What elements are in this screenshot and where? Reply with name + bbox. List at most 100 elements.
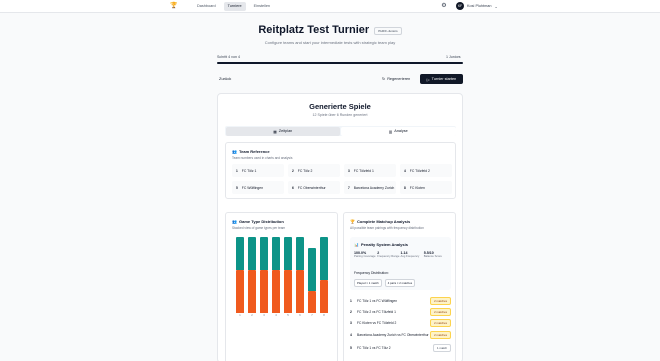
chart-bar-segment	[272, 269, 280, 313]
matchup-rank: 3	[350, 320, 352, 325]
top-navigation: 🏆 Dashboard Turniere Einstellen ⚙ KF Kos…	[0, 0, 660, 13]
team-number: 8	[404, 185, 406, 190]
back-button[interactable]: Zurück	[219, 76, 231, 81]
frequency-tags: Played × 1 match 4 pairs × 2 matches	[354, 279, 416, 287]
trophy-icon[interactable]: 🏆	[170, 3, 178, 10]
x-tick-label: 2	[251, 314, 253, 317]
chevron-down-icon: ⌄	[494, 4, 498, 9]
team-cell: 1 FC Tölz 1	[232, 164, 284, 177]
stat-pairing-coverage: 100.0% Pairing Coverage	[354, 251, 377, 258]
stat-frequency-range: 2 Frequency Range	[377, 251, 400, 258]
generated-games-card: Generierte Spiele 12 Spiele über 6 Runde…	[217, 93, 463, 361]
bar-chart-icon: 📊	[354, 242, 359, 247]
frequency-tag: Played × 1 match	[354, 279, 382, 287]
list-item: 2 FC Tölz 2 vs FC Tölzfeld 1 2 matches	[350, 306, 451, 317]
team-name: FC Tölz 1	[241, 168, 257, 173]
list-item: 5 FC Tölz 1 vs FC Tölz 2 1 match	[350, 342, 451, 353]
trophy-icon: 🏆	[350, 219, 355, 224]
matchup-subtitle: All possible team pairings with frequenc…	[350, 226, 424, 230]
tab-zeitplan[interactable]: ▦ Zeitplan	[225, 126, 340, 136]
progress-fill	[217, 62, 463, 64]
team-reference-panel: 👥 Team Reference Team numbers used in ch…	[225, 142, 456, 199]
matchup-heading: 🏆 Complete Matchup Analysis	[350, 219, 410, 224]
team-name: FC Tölzfeld 1	[353, 168, 374, 173]
team-cell: 2 FC Tölz 2	[288, 164, 340, 177]
game-type-distribution-panel: 👥 Game Type Distribution Stacked view of…	[225, 212, 338, 361]
tab-analyse[interactable]: ▥ Analyse	[341, 126, 456, 136]
nav-link-turniere[interactable]: Turniere	[223, 2, 246, 11]
tab-analyse-label: Analyse	[394, 129, 408, 133]
matchup-title: Complete Matchup Analysis	[356, 219, 411, 224]
match-count-badge: 2 matches	[430, 331, 451, 339]
user-name: Kosi Pluhtman	[467, 4, 492, 8]
page-title-row: Reitplatz Test Turnier PHIFF-Juniors	[0, 24, 660, 36]
list-item: 3 FC Kloten vs FC Tölzfeld 2 2 matches	[350, 317, 451, 328]
refresh-icon: ↻	[382, 77, 386, 81]
distribution-subtitle: Stacked view of game types per team	[232, 226, 286, 230]
frequency-distribution-title: Frequency Distribution:	[354, 271, 389, 275]
team-cell: 8 FC Kloten	[400, 181, 452, 194]
team-number: 7	[348, 185, 350, 190]
chart-bar-segment	[248, 237, 256, 270]
chart-bar-segment	[296, 237, 304, 270]
stat-label: Pairing Coverage	[354, 254, 376, 258]
chart-bar-segment	[320, 237, 328, 281]
matchup-rank: 2	[350, 309, 352, 314]
start-label: Turnier starten	[431, 77, 457, 81]
step-label: Schritt 4 von 4	[217, 55, 240, 59]
regenerate-button[interactable]: ↻ Regenerieren	[379, 75, 413, 82]
distribution-title: Game Type Distribution	[238, 219, 284, 224]
view-tabs: ▦ Zeitplan ▥ Analyse	[225, 126, 456, 136]
match-count-badge: 2 matches	[430, 307, 451, 316]
team-name: FC Tölz 2	[297, 168, 313, 173]
match-count-badge: 2 matches	[430, 318, 451, 327]
start-tournament-button[interactable]: ▷ Turnier starten	[420, 74, 463, 84]
nav-link-dashboard[interactable]: Dashboard	[193, 2, 220, 11]
team-name: FC Kloten	[409, 185, 425, 190]
team-cell: 4 FC Tölzfeld 2	[400, 164, 452, 177]
chart-bar-segment	[308, 247, 316, 292]
chart-bar-segment	[248, 269, 256, 313]
team-name: FC Oberwinterthur	[297, 185, 326, 190]
matchup-pairing: FC Tölz 1 vs FC Tölz 2	[357, 345, 391, 350]
chart-bar-segment	[308, 291, 316, 313]
x-tick-label: 4	[275, 314, 277, 317]
distribution-heading: 👥 Game Type Distribution	[232, 219, 284, 224]
team-name: Barcelona Academy Zurich	[353, 185, 395, 190]
games-subtitle: 12 Spiele über 6 Runden generiert	[312, 113, 368, 117]
chart-bar-segment	[236, 237, 244, 270]
user-menu[interactable]: KF Kosi Pluhtman ⌄	[456, 2, 498, 10]
team-grid: 1 FC Tölz 1 2 FC Tölz 2 3 FC Tölzfeld 1 4 FC…	[232, 164, 452, 194]
list-item: 4 Barcelona Academy Zurich vs FC Oberwint…	[350, 328, 451, 342]
matchup-list: 1 FC Tölz 1 vs FC Wülflingen 2 matches 2 FC…	[350, 295, 451, 353]
matchup-pairing: FC Tölz 1 vs FC Wülflingen	[357, 298, 398, 303]
team-cell: 5 FC Wülflingen	[232, 181, 284, 194]
matchup-pairing: FC Tölz 2 vs FC Tölzfeld 1	[357, 309, 396, 314]
nav-links: Dashboard Turniere Einstellen	[193, 2, 274, 11]
page-title: Reitplatz Test Turnier	[258, 24, 370, 36]
regenerate-label: Regenerieren	[387, 76, 411, 81]
x-tick-label: 7	[311, 314, 313, 317]
stat-balance-score: 5.5/10 Balance Score	[424, 251, 447, 258]
gear-icon[interactable]: ⚙	[440, 2, 448, 10]
level-badge: PHIFF-Juniors	[374, 27, 402, 35]
team-number: 6	[292, 185, 294, 190]
match-count-badge: 2 matches	[430, 296, 451, 305]
list-item: 1 FC Tölz 1 vs FC Wülflingen 2 matches	[350, 295, 451, 306]
match-count-badge: 1 match	[433, 343, 451, 352]
games-title: Generierte Spiele	[309, 102, 371, 111]
chart-bar-segment	[260, 237, 268, 270]
penalty-heading: 📊 Penalty System Analysis	[354, 242, 408, 247]
nav-link-einstellen[interactable]: Einstellen	[250, 2, 274, 11]
matchup-rank: 1	[350, 298, 352, 303]
chart-bar-segment	[320, 280, 328, 313]
x-tick-label: 1	[239, 314, 241, 317]
step-count: 1 Juniors	[446, 55, 461, 59]
team-reference-title: Team Reference	[238, 149, 270, 154]
frequency-tag: 4 pairs × 2 matches	[384, 279, 416, 287]
team-reference-subtitle: Team numbers used in charts and analysis	[232, 156, 293, 160]
team-number: 2	[292, 168, 294, 173]
penalty-analysis-box: 📊 Penalty System Analysis 100.0% Pairing …	[350, 237, 451, 290]
team-number: 5	[236, 185, 238, 190]
team-cell: 7 Barcelona Academy Zurich	[344, 181, 396, 194]
